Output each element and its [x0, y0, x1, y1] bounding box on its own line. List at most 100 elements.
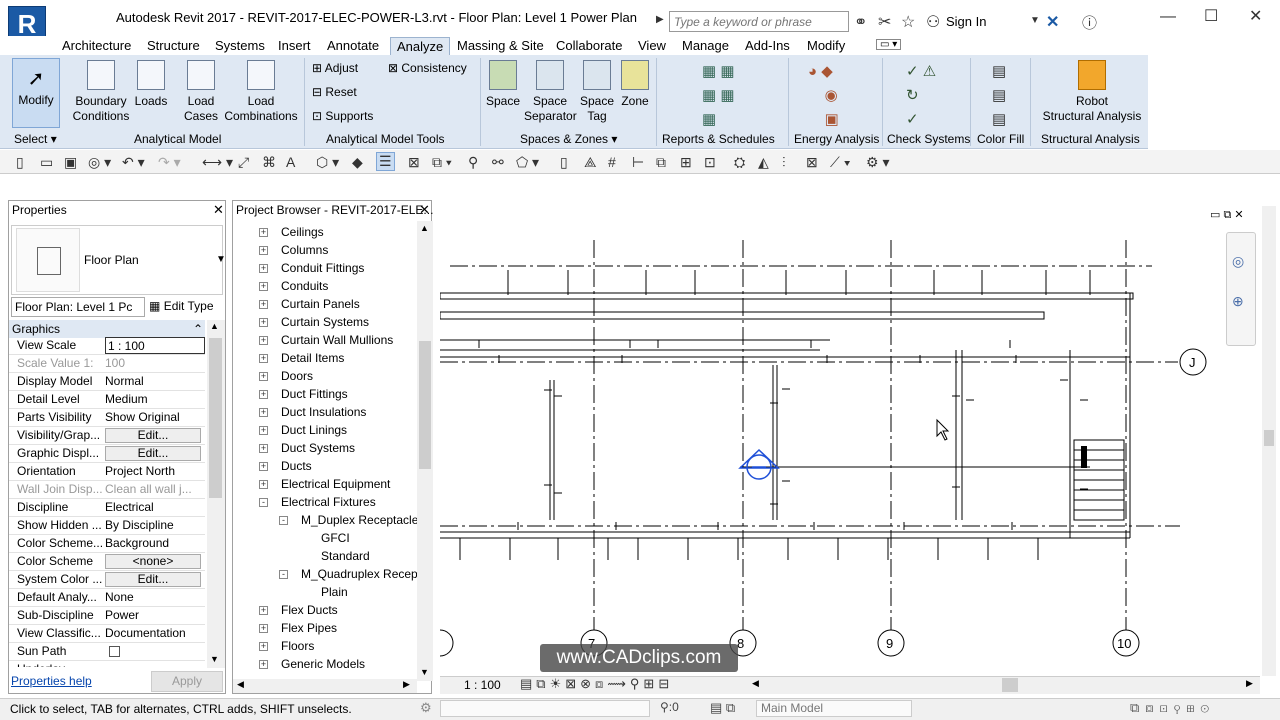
sync-icon[interactable]: ◎ ▾ [88, 154, 111, 171]
browser-item[interactable]: Duct Insulations [281, 405, 366, 419]
browser-hscrollbar[interactable]: ◀ ▶ [233, 679, 417, 693]
floor-plan-drawing[interactable] [440, 200, 1260, 694]
load-cases-button[interactable]: Load Cases [180, 60, 222, 124]
tab-view[interactable]: View [632, 37, 672, 55]
property-row[interactable]: Show Hidden ... By Discipline [9, 517, 205, 535]
browser-item[interactable]: Electrical Equipment [281, 477, 390, 491]
apply-button[interactable]: Apply [151, 671, 223, 692]
consistency-button[interactable]: ⊠ Consistency [388, 61, 467, 75]
expand-search-icon[interactable]: ▶ [656, 14, 664, 25]
property-row[interactable]: Display Model Normal [9, 373, 205, 391]
browser-item[interactable]: Ceilings [281, 225, 324, 239]
redo-icon[interactable]: ↷ ▾ [158, 154, 181, 171]
canvas-vscroll-thumb[interactable] [1264, 430, 1274, 446]
browser-item[interactable]: M_Duplex Receptacle [301, 513, 417, 527]
adjust-button[interactable]: ⊞ Adjust [312, 61, 358, 75]
close-hidden-icon[interactable]: ⊠ [408, 154, 420, 171]
property-value[interactable]: 1 : 100 [105, 337, 205, 354]
canvas-hscroll-thumb[interactable] [1002, 678, 1018, 692]
sign-in-dropdown-icon[interactable]: ▼ [1030, 15, 1040, 26]
tab-annotate[interactable]: Annotate [321, 37, 385, 55]
edit-type-button[interactable]: ▦ Edit Type [149, 297, 225, 317]
expand-icon[interactable]: + [259, 336, 268, 345]
browser-item[interactable]: Columns [281, 243, 328, 257]
color-fill-icons[interactable]: ▤ ▤ ▤ [992, 60, 1006, 132]
property-row[interactable]: Parts Visibility Show Original [9, 409, 205, 427]
property-row[interactable]: Orientation Project North [9, 463, 205, 481]
expand-icon[interactable]: + [259, 642, 268, 651]
property-row[interactable]: Color Scheme... Background [9, 535, 205, 553]
spaces-zones-panel-label[interactable]: Spaces & Zones ▾ [520, 132, 617, 146]
browser-item[interactable]: Doors [281, 369, 313, 383]
scroll-thumb[interactable] [209, 338, 222, 498]
space-tag-button[interactable]: Space Tag [578, 60, 616, 124]
property-value[interactable]: Show Original [105, 409, 205, 426]
property-checkbox[interactable] [109, 646, 120, 657]
expand-icon[interactable]: + [259, 480, 268, 489]
browser-item[interactable]: Duct Fittings [281, 387, 348, 401]
tab-architecture[interactable]: Architecture [56, 37, 137, 55]
browser-item[interactable]: Curtain Wall Mullions [281, 333, 393, 347]
fill-icon[interactable]: ◭ [758, 154, 769, 171]
expand-icon[interactable]: + [259, 408, 268, 417]
energy-analysis-icons[interactable]: ◕ ◆ ◉ ▣ [808, 60, 839, 132]
close-browser-icon[interactable]: ✕ [419, 202, 430, 218]
steering-wheel-icon[interactable]: ◎ [1232, 253, 1244, 270]
split-icon[interactable]: ⊞ [680, 154, 692, 171]
loads-button[interactable]: Loads [132, 60, 170, 109]
expand-icon[interactable]: + [259, 426, 268, 435]
property-row[interactable]: Default Analy... None [9, 589, 205, 607]
expand-icon[interactable]: + [259, 282, 268, 291]
modify-button[interactable]: ➚ Modify [12, 58, 60, 128]
space-button[interactable]: Space [484, 60, 522, 109]
ribbon-minimize-icon[interactable]: ▭ ▾ [876, 39, 902, 50]
robot-structural-analysis-button[interactable]: Robot Structural Analysis [1036, 60, 1148, 124]
browser-item[interactable]: M_Quadruplex Recept [301, 567, 417, 581]
section-icon[interactable]: ◆ [352, 154, 363, 171]
pipe-icon[interactable]: ⟋ ▾ [830, 154, 851, 171]
browser-item[interactable]: Duct Linings [281, 423, 347, 437]
expand-icon[interactable]: + [259, 318, 268, 327]
property-value[interactable]: 100 [105, 355, 205, 372]
tab-massing-site[interactable]: Massing & Site [451, 37, 550, 55]
expand-icon[interactable]: + [259, 246, 268, 255]
check-systems-icons[interactable]: ✓ ⚠ ↻ ✓ [906, 60, 936, 132]
tab-systems[interactable]: Systems [209, 37, 271, 55]
properties-help-link[interactable]: Properties help [11, 674, 92, 688]
property-value[interactable]: Background [105, 535, 205, 552]
expand-icon[interactable]: + [259, 660, 268, 669]
browser-item[interactable]: Standard [321, 549, 370, 563]
reports-schedules-icons[interactable]: ▦ ▦ ▦ ▦ ▦ [702, 60, 735, 132]
property-row[interactable]: Discipline Electrical [9, 499, 205, 517]
settings-icon[interactable]: ⚙ ▾ [866, 154, 889, 171]
browser-item[interactable]: Duct Systems [281, 441, 355, 455]
property-value[interactable]: Project North [105, 463, 205, 480]
exchange-apps-icon[interactable]: ✕ [1046, 12, 1059, 32]
property-value[interactable]: By Discipline [105, 517, 205, 534]
new-icon[interactable]: ▯ [16, 154, 24, 171]
canvas-vscrollbar[interactable] [1262, 206, 1276, 676]
browser-item[interactable]: Conduits [281, 279, 328, 293]
selection-filter-icons[interactable]: ⧉⧈⊡⚲⊞⊙ [1130, 700, 1215, 716]
measure-icon[interactable]: ⟷ ▾ [202, 154, 233, 171]
property-value[interactable]: None [105, 589, 205, 606]
property-value[interactable]: Electrical [105, 499, 205, 516]
design-option-dropdown[interactable]: Main Model [756, 700, 912, 717]
undo-icon[interactable]: ↶ ▾ [122, 154, 145, 171]
property-value[interactable]: Power [105, 607, 205, 624]
collapse-icon[interactable]: - [279, 516, 288, 525]
paint-icon[interactable]: ⛭ [734, 154, 745, 171]
property-row[interactable]: System Color ... Edit... [9, 571, 205, 589]
property-edit-button[interactable]: Edit... [105, 446, 201, 461]
subscription-icon[interactable]: ✂ [878, 12, 891, 32]
switch-windows-icon[interactable]: ⧉ ▾ [432, 154, 452, 171]
property-edit-button[interactable]: Edit... [105, 572, 201, 587]
view-window-controls[interactable]: ▭ ⧉ ✕ [1210, 208, 1244, 222]
supports-button[interactable]: ⊡ Supports [312, 109, 373, 123]
tab-manage[interactable]: Manage [676, 37, 735, 55]
tab-structure[interactable]: Structure [141, 37, 206, 55]
drawing-area[interactable]: 7 8 9 10 J ▭ ⧉ ✕ ◎ ⊕ 1 : 100 ▤⧉☀⊠⊗⧈⟿⚲⊞⊟ … [440, 200, 1260, 694]
collapse-icon[interactable]: - [259, 498, 268, 507]
space-separator-button[interactable]: Space Separator [524, 60, 577, 124]
expand-icon[interactable]: + [259, 354, 268, 363]
